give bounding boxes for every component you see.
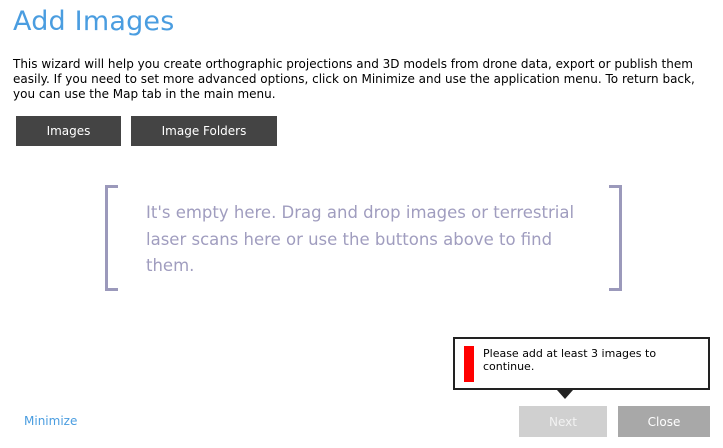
drop-zone-right-bracket: [609, 185, 622, 291]
warning-indicator: [464, 346, 474, 382]
wizard-description: This wizard will help you create orthogr…: [13, 57, 695, 101]
drop-zone-message: It's empty here. Drag and drop images or…: [146, 203, 575, 275]
drop-zone-left-bracket: [105, 185, 118, 291]
validation-tooltip: Please add at least 3 images to continue…: [453, 337, 710, 390]
close-button[interactable]: Close: [618, 406, 710, 437]
tooltip-message: Please add at least 3 images to continue…: [483, 347, 657, 373]
drop-zone[interactable]: It's empty here. Drag and drop images or…: [105, 185, 622, 291]
images-button[interactable]: Images: [16, 116, 121, 146]
page-title: Add Images: [13, 6, 175, 37]
image-folders-button[interactable]: Image Folders: [131, 116, 277, 146]
tooltip-pointer: [557, 390, 573, 399]
minimize-link[interactable]: Minimize: [24, 414, 77, 428]
next-button[interactable]: Next: [519, 406, 607, 437]
